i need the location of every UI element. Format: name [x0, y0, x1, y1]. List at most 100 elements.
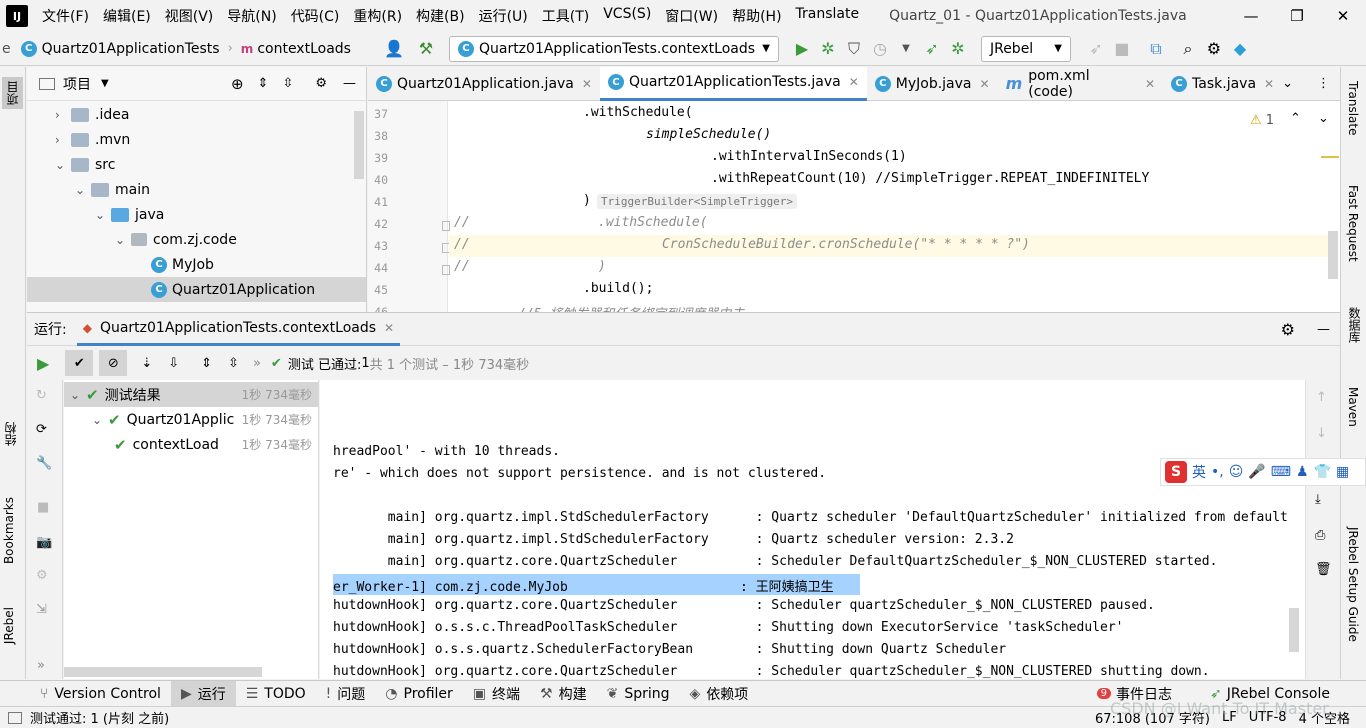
editor-tab[interactable]: C Quartz01ApplicationTests.java ✕ [599, 66, 867, 101]
menu-item-7[interactable]: 运行(U) [479, 6, 528, 26]
coverage-icon[interactable]: ⛉ [841, 36, 867, 62]
stop-icon[interactable]: ■ [1109, 36, 1135, 62]
project-tree-item[interactable]: ⌄ java [27, 202, 366, 227]
console-scrollbar[interactable] [1289, 608, 1299, 652]
run-settings-icon[interactable]: ⚙ [1281, 320, 1295, 339]
minimize-icon[interactable]: — [1228, 0, 1274, 32]
code-line[interactable]: .withSchedule( [598, 215, 708, 230]
build-hammer-icon[interactable]: ⚒ [413, 36, 439, 62]
console-line[interactable]: er_Worker-1] com.zj.code.MyJob : 王阿姨搞卫生 [333, 576, 834, 595]
ime-emoji-icon[interactable]: ☺ [1229, 464, 1244, 480]
settings-gear-icon[interactable]: ⚙ [1201, 36, 1227, 62]
test-tree-item[interactable]: ⌄ ✔ 测试结果 1秒 734毫秒 [64, 382, 318, 407]
restore-icon[interactable]: ❐ [1274, 0, 1320, 32]
ime-menu-icon[interactable]: ▦ [1336, 464, 1349, 480]
menu-item-9[interactable]: VCS(S) [603, 6, 651, 26]
expand-tests-icon[interactable]: ⇕ [201, 356, 212, 371]
menu-item-5[interactable]: 重构(R) [353, 6, 402, 26]
translate-icon[interactable]: ⧉ [1143, 36, 1169, 62]
bottom-tab[interactable]: ▶ 运行 [170, 680, 236, 707]
debug-icon[interactable]: ✲ [815, 36, 841, 62]
stop-run-icon[interactable]: ■ [37, 500, 49, 515]
project-panel-title[interactable]: 项目 [63, 74, 91, 94]
rerun-icon[interactable]: ▶ [37, 354, 49, 373]
collapse-all-icon[interactable]: ⇳ [282, 76, 293, 91]
run-configuration-select[interactable]: C Quartz01ApplicationTests.contextLoads … [448, 35, 779, 62]
jrebel-debug-icon[interactable]: ✲ [945, 36, 971, 62]
editor-tab[interactable]: m pom.xml (code) ✕ [998, 67, 1163, 101]
project-tree-item[interactable]: C Quartz01Application [27, 277, 366, 302]
project-tool-tab[interactable]: 项目 [2, 77, 23, 109]
console-line[interactable]: main] org.quartz.impl.StdSchedulerFactor… [333, 532, 1014, 547]
bottom-tab[interactable]: ⚒ 构建 [530, 681, 597, 707]
tree-expanded-icon[interactable]: ⌄ [70, 388, 86, 402]
console-line[interactable]: hutdownHook] org.quartz.core.QuartzSched… [333, 598, 1155, 613]
tree-expanded-icon[interactable]: ⌄ [115, 233, 131, 247]
ime-punct-icon[interactable]: •, [1211, 464, 1224, 480]
project-tree-item[interactable]: › .idea [27, 102, 366, 127]
editor-tab[interactable]: C MyJob.java ✕ [867, 67, 998, 101]
ime-user-icon[interactable]: ♟ [1296, 464, 1309, 480]
fold-marker-icon[interactable] [442, 221, 450, 231]
tab-list-chevron-icon[interactable]: ⌄ [1282, 76, 1293, 91]
ime-keyboard-icon[interactable]: ⌨ [1271, 464, 1291, 480]
structure-tool-tab[interactable]: 结构 [2, 422, 19, 446]
menu-item-4[interactable]: 代码(C) [291, 6, 340, 26]
console-line[interactable]: hutdownHook] org.quartz.core.QuartzSched… [333, 664, 1210, 679]
attach-icon[interactable]: ➶ [1083, 36, 1109, 62]
bookmarks-tool-tab[interactable]: Bookmarks [2, 497, 16, 564]
scroll-up-icon[interactable]: ↑ [1316, 390, 1327, 405]
jrebel-tool-tab[interactable]: JRebel [2, 607, 16, 644]
export-icon[interactable]: ⇲ [36, 602, 47, 617]
bottom-tab[interactable]: ! 问题 [316, 681, 376, 707]
settings-small-icon[interactable]: ⚙ [36, 568, 48, 583]
breadcrumb-method[interactable]: m contextLoads [241, 41, 351, 57]
fast-request-tool-tab[interactable]: Fast Request [1346, 185, 1360, 262]
menu-item-1[interactable]: 编辑(E) [103, 6, 151, 26]
breadcrumb-overflow-icon[interactable]: e [2, 41, 11, 57]
run-icon[interactable]: ▶ [789, 36, 815, 62]
more-side-icon[interactable]: » [37, 658, 45, 673]
code-line[interactable]: ) [598, 259, 606, 274]
close-tab-icon[interactable]: ✕ [849, 75, 859, 89]
test-tree-item[interactable]: ✔ contextLoad 1秒 734毫秒 [64, 432, 318, 457]
project-tree-item[interactable]: ⌄ src [27, 152, 366, 177]
ime-language-toggle[interactable]: 英 [1192, 462, 1206, 482]
rerun-failed-icon[interactable]: ↻ [36, 388, 47, 403]
project-tree-item[interactable]: C MyJob [27, 252, 366, 277]
code-line[interactable]: CronScheduleBuilder.cronSchedule("* * * … [662, 237, 1030, 252]
tree-expanded-icon[interactable]: ⌄ [75, 183, 91, 197]
jrebel-guide-tool-tab[interactable]: JRebel Setup Guide [1346, 527, 1360, 642]
bottom-tab[interactable]: ◔ Profiler [375, 681, 463, 707]
code-line[interactable]: .build(); [583, 281, 653, 296]
toggle-tool-windows-icon[interactable] [8, 711, 22, 724]
fold-marker-icon[interactable] [442, 265, 450, 275]
locate-icon[interactable]: ⊕ [231, 75, 244, 93]
expand-all-icon[interactable]: ⇕ [258, 76, 269, 91]
ime-voice-icon[interactable]: 🎤 [1248, 464, 1265, 480]
console-line[interactable]: hutdownHook] o.s.s.c.ThreadPoolTaskSched… [333, 620, 1124, 635]
project-tree-item[interactable]: › .mvn [27, 127, 366, 152]
tree-collapsed-icon[interactable]: › [55, 108, 71, 122]
clear-console-icon[interactable]: 🗑 [1315, 562, 1332, 577]
hide-run-panel-icon[interactable]: — [1317, 322, 1330, 337]
translate-tool-tab[interactable]: Translate [1346, 81, 1360, 136]
tree-expanded-icon[interactable]: ⌄ [92, 413, 108, 427]
bottom-tab[interactable]: ❦ Spring [597, 681, 680, 707]
project-tree-item[interactable]: ⌄ main [27, 177, 366, 202]
scroll-down-icon[interactable]: ↓ [1316, 426, 1327, 441]
sort-duration-icon[interactable]: ⇩ [168, 356, 179, 371]
jrebel-run-icon[interactable]: ➶ [919, 36, 945, 62]
profile-icon[interactable]: ◷ [867, 36, 893, 62]
test-tree-hscrollbar[interactable] [64, 667, 262, 677]
toggle-auto-test-icon[interactable]: ⟳ [36, 422, 47, 437]
tree-collapsed-icon[interactable]: › [55, 133, 71, 147]
menu-item-0[interactable]: 文件(F) [42, 6, 89, 26]
console-line[interactable]: hreadPool' - with 10 threads. [333, 444, 560, 459]
dump-threads-icon[interactable]: 📷 [36, 535, 52, 550]
editor-tab[interactable]: C Task.java ✕ [1163, 67, 1282, 101]
panel-settings-icon[interactable]: ⚙ [315, 76, 327, 91]
tree-expanded-icon[interactable]: ⌄ [95, 208, 111, 222]
ime-skin-icon[interactable]: 👕 [1314, 464, 1331, 480]
editor-scrollbar[interactable] [1328, 231, 1338, 279]
